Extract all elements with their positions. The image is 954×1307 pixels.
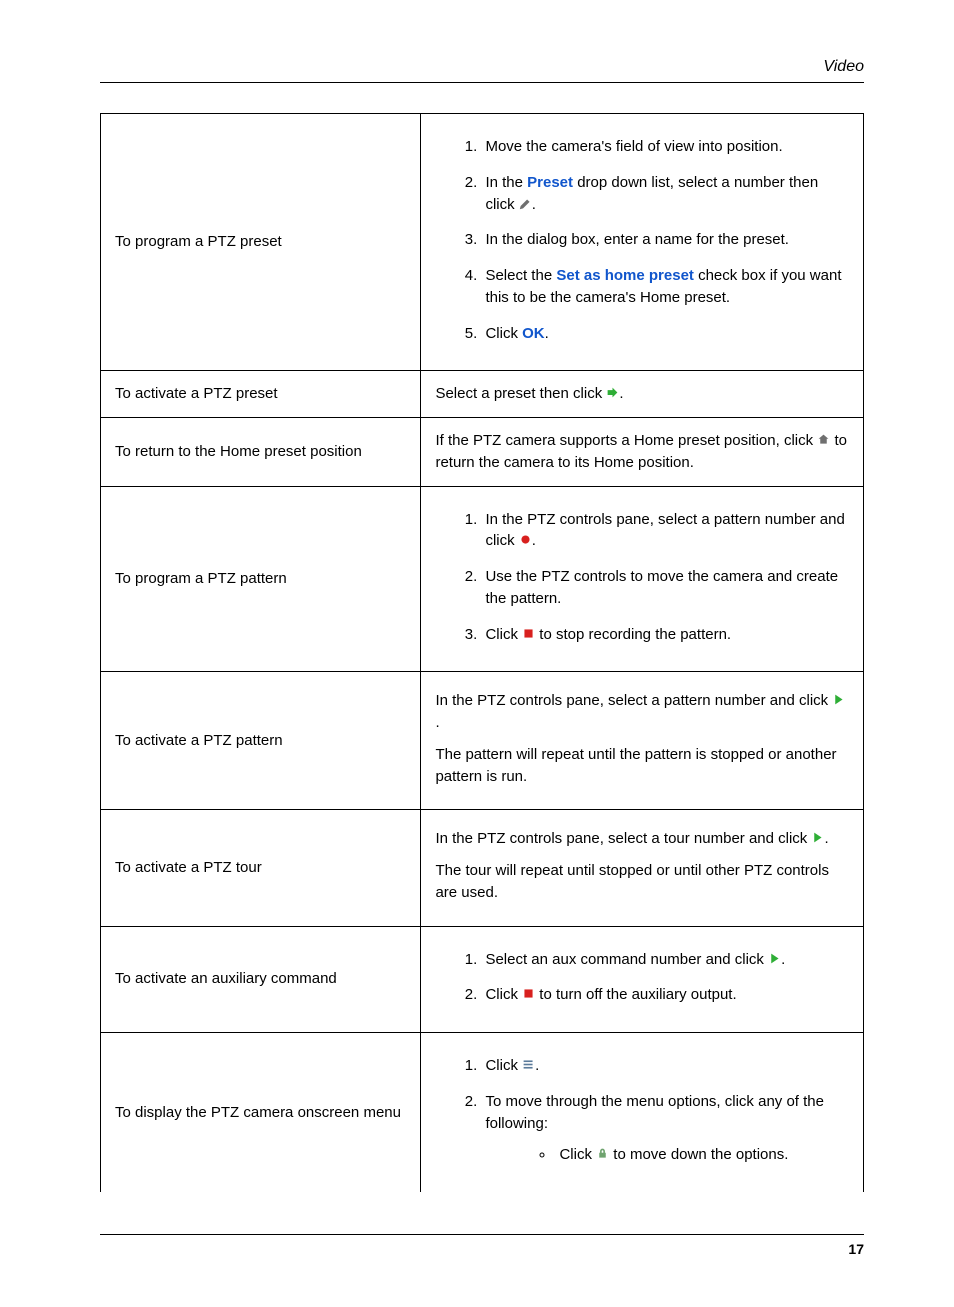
- table-row: To program a PTZ preset Move the camera'…: [101, 114, 864, 371]
- task-cell: To activate a PTZ pattern: [101, 672, 421, 810]
- ui-term-set-as-home-preset: Set as home preset: [556, 267, 694, 284]
- task-cell: To activate a PTZ tour: [101, 810, 421, 926]
- page-header: Video: [100, 58, 864, 83]
- record-red-icon: [519, 531, 532, 544]
- table-row: To activate a PTZ pattern In the PTZ con…: [101, 672, 864, 810]
- table-row: To activate a PTZ preset Select a preset…: [101, 371, 864, 418]
- stop-red-icon: [522, 985, 535, 998]
- steps-cell: Move the camera's field of view into pos…: [421, 114, 864, 371]
- sub-list-item: Click to move down the options.: [555, 1144, 849, 1166]
- ordered-list: Select an aux command number and click .…: [435, 949, 849, 1007]
- lock-icon: [596, 1145, 609, 1158]
- steps-cell: In the PTZ controls pane, select a tour …: [421, 810, 864, 926]
- steps-cell: Select an aux command number and click .…: [421, 926, 864, 1033]
- pencil-icon: [519, 195, 532, 208]
- play-green-icon: [832, 691, 845, 704]
- instructions-table: To program a PTZ preset Move the camera'…: [100, 113, 864, 1192]
- list-item: In the PTZ controls pane, select a patte…: [481, 509, 849, 553]
- ui-term-ok: OK: [522, 325, 545, 342]
- list-item: In the Preset drop down list, select a n…: [481, 172, 849, 216]
- stop-red-icon: [522, 625, 535, 638]
- table-row: To display the PTZ camera onscreen menu …: [101, 1033, 864, 1193]
- ordered-list: In the PTZ controls pane, select a patte…: [435, 509, 849, 646]
- task-cell: To program a PTZ preset: [101, 114, 421, 371]
- ordered-list: Move the camera's field of view into pos…: [435, 136, 849, 344]
- task-cell: To program a PTZ pattern: [101, 486, 421, 672]
- sub-list: Click to move down the options.: [485, 1144, 849, 1166]
- page-number: 17: [848, 1241, 864, 1257]
- ui-term-preset: Preset: [527, 174, 573, 191]
- list-item: Select the Set as home preset check box …: [481, 265, 849, 309]
- steps-cell: Select a preset then click .: [421, 371, 864, 418]
- list-item: In the dialog box, enter a name for the …: [481, 229, 849, 251]
- play-green-icon: [811, 829, 824, 842]
- steps-cell: Click . To move through the menu options…: [421, 1033, 864, 1193]
- task-cell: To activate an auxiliary command: [101, 926, 421, 1033]
- header-section-title: Video: [823, 58, 864, 75]
- table-row: To activate a PTZ tour In the PTZ contro…: [101, 810, 864, 926]
- list-item: Click to stop recording the pattern.: [481, 624, 849, 646]
- list-item: Use the PTZ controls to move the camera …: [481, 566, 849, 610]
- list-item: Move the camera's field of view into pos…: [481, 136, 849, 158]
- list-item: To move through the menu options, click …: [481, 1091, 849, 1166]
- table-row: To return to the Home preset position If…: [101, 418, 864, 487]
- task-cell: To display the PTZ camera onscreen menu: [101, 1033, 421, 1193]
- list-item: Click OK.: [481, 323, 849, 345]
- paragraph: In the PTZ controls pane, select a tour …: [435, 828, 849, 850]
- steps-cell: In the PTZ controls pane, select a patte…: [421, 486, 864, 672]
- home-icon: [817, 431, 830, 444]
- steps-cell: If the PTZ camera supports a Home preset…: [421, 418, 864, 487]
- task-cell: To activate a PTZ preset: [101, 371, 421, 418]
- steps-cell: In the PTZ controls pane, select a patte…: [421, 672, 864, 810]
- paragraph: The tour will repeat until stopped or un…: [435, 860, 849, 904]
- play-green-icon: [768, 950, 781, 963]
- list-item: Select an aux command number and click .: [481, 949, 849, 971]
- page-footer: 17: [100, 1234, 864, 1257]
- paragraph: In the PTZ controls pane, select a patte…: [435, 690, 849, 734]
- task-cell: To return to the Home preset position: [101, 418, 421, 487]
- list-item: Click .: [481, 1055, 849, 1077]
- ordered-list: Click . To move through the menu options…: [435, 1055, 849, 1166]
- table-row: To activate an auxiliary command Select …: [101, 926, 864, 1033]
- menu-list-icon: [522, 1056, 535, 1069]
- paragraph: The pattern will repeat until the patter…: [435, 744, 849, 788]
- list-item: Click to turn off the auxiliary output.: [481, 984, 849, 1006]
- table-row: To program a PTZ pattern In the PTZ cont…: [101, 486, 864, 672]
- arrow-right-green-icon: [606, 384, 619, 397]
